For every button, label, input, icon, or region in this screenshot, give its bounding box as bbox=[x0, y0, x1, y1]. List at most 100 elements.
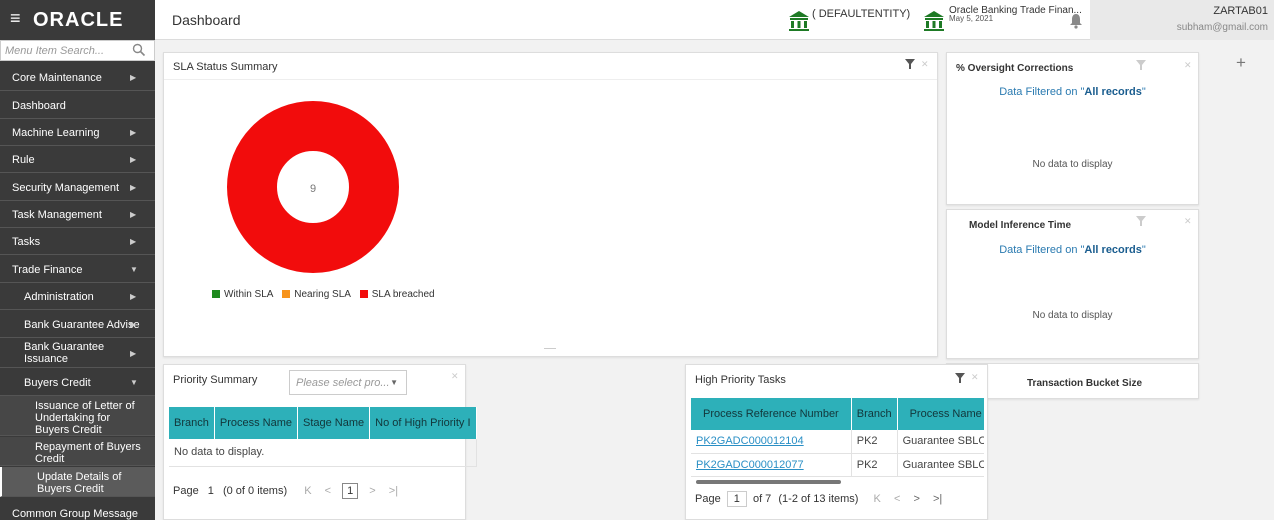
filter-suffix: " bbox=[1141, 244, 1146, 256]
sidebar-item-update-details-buyers-credit[interactable]: Update Details of Buyers Credit bbox=[0, 467, 155, 497]
chevron-right-icon: ▶ bbox=[130, 320, 137, 329]
close-icon[interactable]: ✕ bbox=[971, 372, 979, 383]
no-data-cell: No data to display. bbox=[169, 439, 477, 467]
no-data-message: No data to display bbox=[1032, 310, 1113, 321]
bank-app-icon[interactable] bbox=[923, 10, 945, 32]
table-row: PK2GADC000012077 PK2 Guarantee SBLC Ad bbox=[691, 453, 984, 477]
page-number-input[interactable]: 1 bbox=[726, 491, 747, 507]
sidebar-item-label: Issuance of Letter of Undertaking for Bu… bbox=[35, 400, 135, 436]
next-page-icon[interactable]: > bbox=[913, 493, 919, 505]
user-menu[interactable]: ZARTAB01 subham@gmail.com bbox=[1090, 0, 1274, 40]
ref-cell: PK2GADC000012077 bbox=[691, 453, 852, 477]
column-header[interactable]: Stage Name bbox=[297, 407, 371, 439]
bell-icon[interactable] bbox=[1069, 13, 1083, 29]
process-ref-link[interactable]: PK2GADC000012077 bbox=[696, 459, 804, 471]
app-date: May 5, 2021 bbox=[949, 14, 994, 23]
no-data-message: No data to display bbox=[1032, 159, 1113, 170]
close-icon[interactable]: ✕ bbox=[1184, 60, 1192, 71]
last-page-icon[interactable]: >| bbox=[389, 485, 398, 497]
chevron-right-icon: ▶ bbox=[130, 349, 137, 358]
legend-item-breached[interactable]: SLA breached bbox=[359, 289, 435, 300]
filter-icon[interactable] bbox=[955, 373, 965, 383]
user-name: ZARTAB01 bbox=[1213, 5, 1268, 17]
close-icon[interactable]: ✕ bbox=[921, 59, 929, 70]
sidebar-item-task-management[interactable]: Task Management ▶ bbox=[0, 201, 155, 228]
sidebar-item-buyers-credit[interactable]: Buyers Credit ▼ bbox=[0, 369, 155, 396]
legend-item-nearing[interactable]: Nearing SLA bbox=[282, 289, 351, 300]
donut-center-value: 9 bbox=[310, 183, 316, 195]
close-icon[interactable]: ✕ bbox=[1184, 216, 1192, 227]
entity-label[interactable]: ( DEFAULTENTITY) bbox=[812, 8, 910, 20]
resize-handle[interactable] bbox=[544, 348, 556, 349]
filter-info: Data Filtered on "All records" bbox=[947, 86, 1198, 98]
current-page-button[interactable]: 1 bbox=[342, 483, 359, 499]
column-header[interactable]: Process Reference Number bbox=[691, 398, 852, 430]
chevron-down-icon: ▼ bbox=[390, 378, 398, 387]
prev-page-icon[interactable]: < bbox=[894, 493, 900, 505]
pagination: Page 1 (0 of 0 items) K < 1 > >| bbox=[173, 483, 403, 499]
first-page-icon[interactable]: K bbox=[304, 485, 311, 497]
column-header[interactable]: Branch bbox=[169, 407, 215, 439]
bank-entity-icon[interactable] bbox=[788, 10, 810, 32]
last-page-icon[interactable]: >| bbox=[933, 493, 942, 505]
panel-title: Transaction Bucket Size bbox=[1027, 378, 1143, 389]
sidebar-item-repayment-buyers-credit[interactable]: Repayment of Buyers Credit bbox=[0, 437, 155, 466]
sidebar-item-bank-guarantee-advise[interactable]: Bank Guarantee Advise ▶ bbox=[0, 311, 155, 338]
sidebar-item-security-management[interactable]: Security Management ▶ bbox=[0, 174, 155, 201]
sidebar-item-rule[interactable]: Rule ▶ bbox=[0, 146, 155, 173]
first-page-icon[interactable]: K bbox=[874, 493, 881, 505]
column-header[interactable]: Process Name bbox=[214, 407, 299, 439]
legend-item-within[interactable]: Within SLA bbox=[212, 289, 273, 300]
hamburger-menu-icon[interactable]: ≡ bbox=[10, 9, 21, 27]
column-header[interactable]: Process Name bbox=[897, 398, 984, 430]
horizontal-scrollbar[interactable] bbox=[696, 480, 841, 484]
sidebar-item-trade-finance[interactable]: Trade Finance ▼ bbox=[0, 256, 155, 283]
process-select-dropdown[interactable]: Please select pro... ▼ bbox=[289, 370, 407, 395]
prev-page-icon[interactable]: < bbox=[325, 485, 331, 497]
sla-donut-chart: 9 bbox=[227, 101, 399, 273]
top-bar: ≡ ORACLE Dashboard ( DEFAULTENTITY) Orac… bbox=[0, 0, 1274, 40]
select-placeholder: Please select pro... bbox=[296, 377, 390, 389]
chevron-down-icon: ▼ bbox=[130, 265, 138, 274]
model-inference-panel: Model Inference Time ✕ Data Filtered on … bbox=[946, 209, 1199, 359]
sidebar-item-label: Task Management bbox=[12, 209, 102, 221]
panel-divider bbox=[164, 79, 937, 80]
sidebar-item-issuance-luc[interactable]: Issuance of Letter of Undertaking for Bu… bbox=[0, 396, 155, 436]
add-widget-icon[interactable]: + bbox=[1236, 54, 1246, 71]
sidebar-item-administration[interactable]: Administration ▶ bbox=[0, 283, 155, 310]
priority-summary-panel: Priority Summary Please select pro... ▼ … bbox=[163, 364, 477, 520]
sidebar-item-tasks[interactable]: Tasks ▶ bbox=[0, 228, 155, 255]
close-icon[interactable]: ✕ bbox=[451, 371, 459, 382]
filter-icon[interactable] bbox=[905, 59, 915, 69]
filter-icon[interactable] bbox=[1136, 216, 1146, 226]
sidebar-item-core-maintenance[interactable]: Core Maintenance ▶ bbox=[0, 64, 155, 91]
sidebar-item-machine-learning[interactable]: Machine Learning ▶ bbox=[0, 119, 155, 146]
page-count: of 7 bbox=[752, 493, 772, 505]
column-header[interactable]: Branch bbox=[851, 398, 898, 430]
sidebar-item-label: Common Group Message bbox=[12, 508, 138, 520]
sidebar-item-label: Buyers Credit bbox=[24, 377, 91, 389]
menu-search-input[interactable] bbox=[5, 43, 125, 58]
filter-value: All records bbox=[1084, 86, 1142, 98]
filter-icon[interactable] bbox=[1136, 60, 1146, 70]
chevron-right-icon: ▶ bbox=[130, 237, 137, 246]
sidebar-item-common-group-message[interactable]: Common Group Message bbox=[0, 500, 155, 520]
sidebar-item-label: Administration bbox=[24, 291, 94, 303]
next-page-icon[interactable]: > bbox=[369, 485, 375, 497]
pagination: Page 1 of 7 (1-2 of 13 items) K < > >| bbox=[695, 491, 947, 507]
sidebar-item-label: Security Management bbox=[12, 182, 119, 194]
sidebar: Core Maintenance ▶ Dashboard Machine Lea… bbox=[0, 40, 155, 520]
user-email: subham@gmail.com bbox=[1176, 22, 1268, 33]
process-ref-link[interactable]: PK2GADC000012104 bbox=[696, 435, 804, 447]
table-header-row: Branch Process Name Stage Name No of Hig… bbox=[169, 407, 477, 439]
high-priority-table-wrap: Process Reference Number Branch Process … bbox=[691, 398, 984, 486]
sidebar-item-dashboard[interactable]: Dashboard bbox=[0, 92, 155, 119]
panel-title: SLA Status Summary bbox=[173, 61, 278, 73]
table-header-row: Process Reference Number Branch Process … bbox=[691, 398, 984, 430]
sidebar-item-bank-guarantee-issuance[interactable]: Bank Guarantee Issuance ▶ bbox=[0, 338, 155, 368]
items-count: (1-2 of 13 items) bbox=[778, 493, 859, 505]
search-icon[interactable] bbox=[132, 43, 146, 57]
sidebar-item-label: Bank Guarantee Advise bbox=[24, 319, 140, 331]
column-header[interactable]: No of High Priority I bbox=[369, 407, 477, 439]
chevron-right-icon: ▶ bbox=[130, 155, 137, 164]
